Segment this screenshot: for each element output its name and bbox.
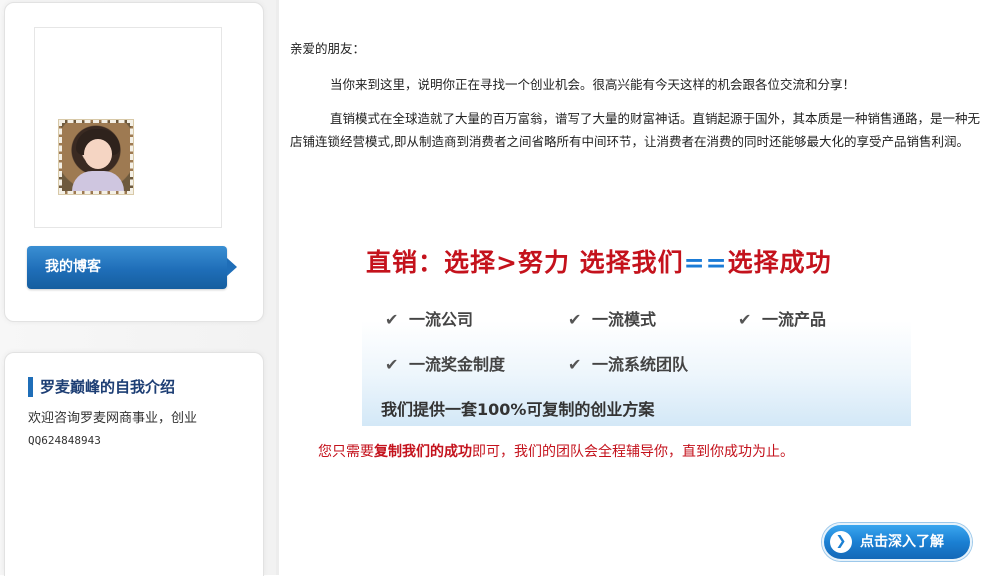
feature-label: 一流产品 (762, 310, 827, 329)
check-icon: ✔ (568, 310, 582, 329)
banner-title-part-a: 直销：选择>努力 选择我们 (366, 248, 684, 277)
direct-sales-paragraph: 直销模式在全球造就了大量的百万富翁，谱写了大量的财富神话。直销起源于国外，其本质… (290, 111, 981, 149)
chevron-right-icon: ❯ (830, 531, 852, 553)
content-divider (276, 0, 279, 575)
feature-label: 一流公司 (409, 310, 474, 329)
notice-text: 您只需要复制我们的成功即可，我们的团队会全程辅导你，直到你成功为止。 (318, 441, 794, 461)
learn-more-label: 点击深入了解 (860, 534, 944, 550)
banner-title-equals: == (683, 248, 728, 277)
notice-part-a: 您只需要 (318, 444, 374, 460)
offer-text: 我们提供一套100%可复制的创业方案 (381, 400, 655, 419)
avatar[interactable] (59, 120, 133, 194)
check-icon: ✔ (568, 355, 582, 374)
arrow-right-icon (227, 258, 237, 276)
check-icon: ✔ (738, 310, 752, 329)
notice-part-b: 即可，我们的团队会全程辅导你，直到你成功为止。 (472, 444, 794, 460)
feature-item: ✔ 一流奖金制度 (385, 351, 505, 375)
intro-paragraph: 当你来到这里，说明你正在寻找一个创业机会。很高兴能有今天这样的机会跟各位交流和分… (330, 77, 856, 92)
feature-item: ✔ 一流产品 (738, 306, 826, 330)
feature-label: 一流模式 (592, 310, 657, 329)
intro-text: 欢迎咨询罗麦网商事业，创业 (28, 411, 198, 426)
learn-more-button[interactable]: ❯ 点击深入了解 (822, 523, 972, 561)
my-blog-button[interactable]: 我的博客 (27, 246, 237, 289)
my-blog-label: 我的博客 (45, 259, 101, 275)
feature-item: ✔ 一流公司 (385, 306, 473, 330)
check-icon: ✔ (385, 355, 399, 374)
feature-item: ✔ 一流系统团队 (568, 351, 688, 375)
notice-emphasis: 复制我们的成功 (374, 444, 472, 460)
check-icon: ✔ (385, 310, 399, 329)
feature-label: 一流系统团队 (592, 355, 689, 374)
feature-item: ✔ 一流模式 (568, 306, 656, 330)
intro-title: 罗麦巅峰的自我介绍 (28, 377, 175, 397)
intro-qq: QQ624848943 (28, 434, 101, 447)
banner-title: 直销：选择>努力 选择我们==选择成功 (366, 243, 926, 279)
greeting: 亲爱的朋友： (290, 41, 366, 56)
banner-title-part-b: 选择成功 (727, 248, 832, 277)
feature-label: 一流奖金制度 (409, 355, 506, 374)
